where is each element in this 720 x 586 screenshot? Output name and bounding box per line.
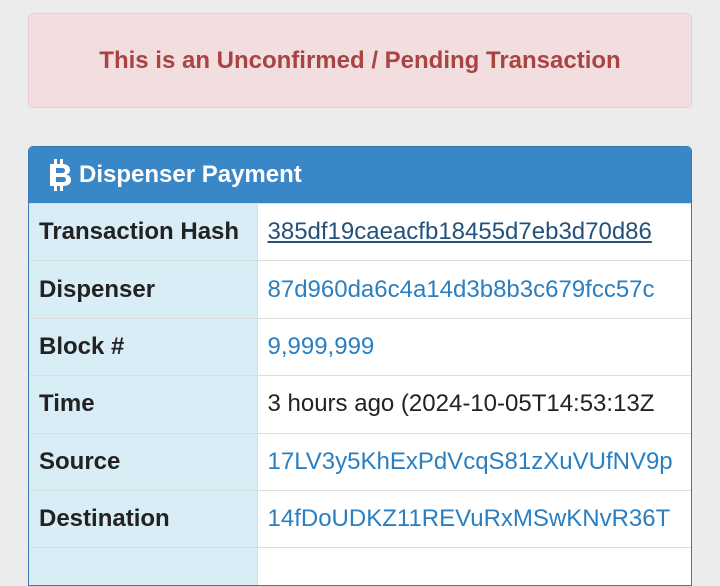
dispenser-payment-panel: Dispenser Payment Transaction Hash 385df… <box>28 146 692 586</box>
row-label-dispenser: Dispenser <box>29 260 258 319</box>
table-row: Block # 9,999,999 <box>29 317 691 376</box>
row-label-block: Block # <box>29 317 258 376</box>
row-label-time: Time <box>29 375 258 434</box>
table-row: Time 3 hours ago (2024-10-05T14:53:13Z <box>29 375 691 434</box>
dispenser-link[interactable]: 87d960da6c4a14d3b8b3c679fcc57c <box>257 260 691 319</box>
row-label-destination: Destination <box>29 489 258 548</box>
pending-transaction-alert: This is an Unconfirmed / Pending Transac… <box>28 13 692 108</box>
row-label-transaction-hash: Transaction Hash <box>29 202 258 261</box>
row-label-source: Source <box>29 432 258 491</box>
transaction-hash-link[interactable]: 385df19caeacfb18455d7eb3d70d86 <box>257 202 691 261</box>
alert-text: This is an Unconfirmed / Pending Transac… <box>99 46 621 74</box>
table-row: Destination 14fDoUDKZ11REVuRxMSwKNvR36T <box>29 489 691 548</box>
bitcoin-icon <box>47 158 73 192</box>
destination-address-link[interactable]: 14fDoUDKZ11REVuRxMSwKNvR36T <box>257 489 691 548</box>
panel-title: Dispenser Payment <box>79 161 302 188</box>
table-row: Transaction Hash 385df19caeacfb18455d7eb… <box>29 202 691 261</box>
next-row-value <box>257 547 691 585</box>
table-row <box>29 547 691 585</box>
block-number-link[interactable]: 9,999,999 <box>257 317 691 376</box>
source-address-link[interactable]: 17LV3y5KhExPdVcqS81zXuVUfNV9p <box>257 432 691 491</box>
row-label-next <box>29 547 258 585</box>
table-row: Source 17LV3y5KhExPdVcqS81zXuVUfNV9p <box>29 432 691 491</box>
time-value: 3 hours ago (2024-10-05T14:53:13Z <box>257 375 691 434</box>
table-row: Dispenser 87d960da6c4a14d3b8b3c679fcc57c <box>29 260 691 319</box>
panel-heading: Dispenser Payment <box>29 147 691 203</box>
transaction-details-table: Transaction Hash 385df19caeacfb18455d7eb… <box>29 202 691 585</box>
